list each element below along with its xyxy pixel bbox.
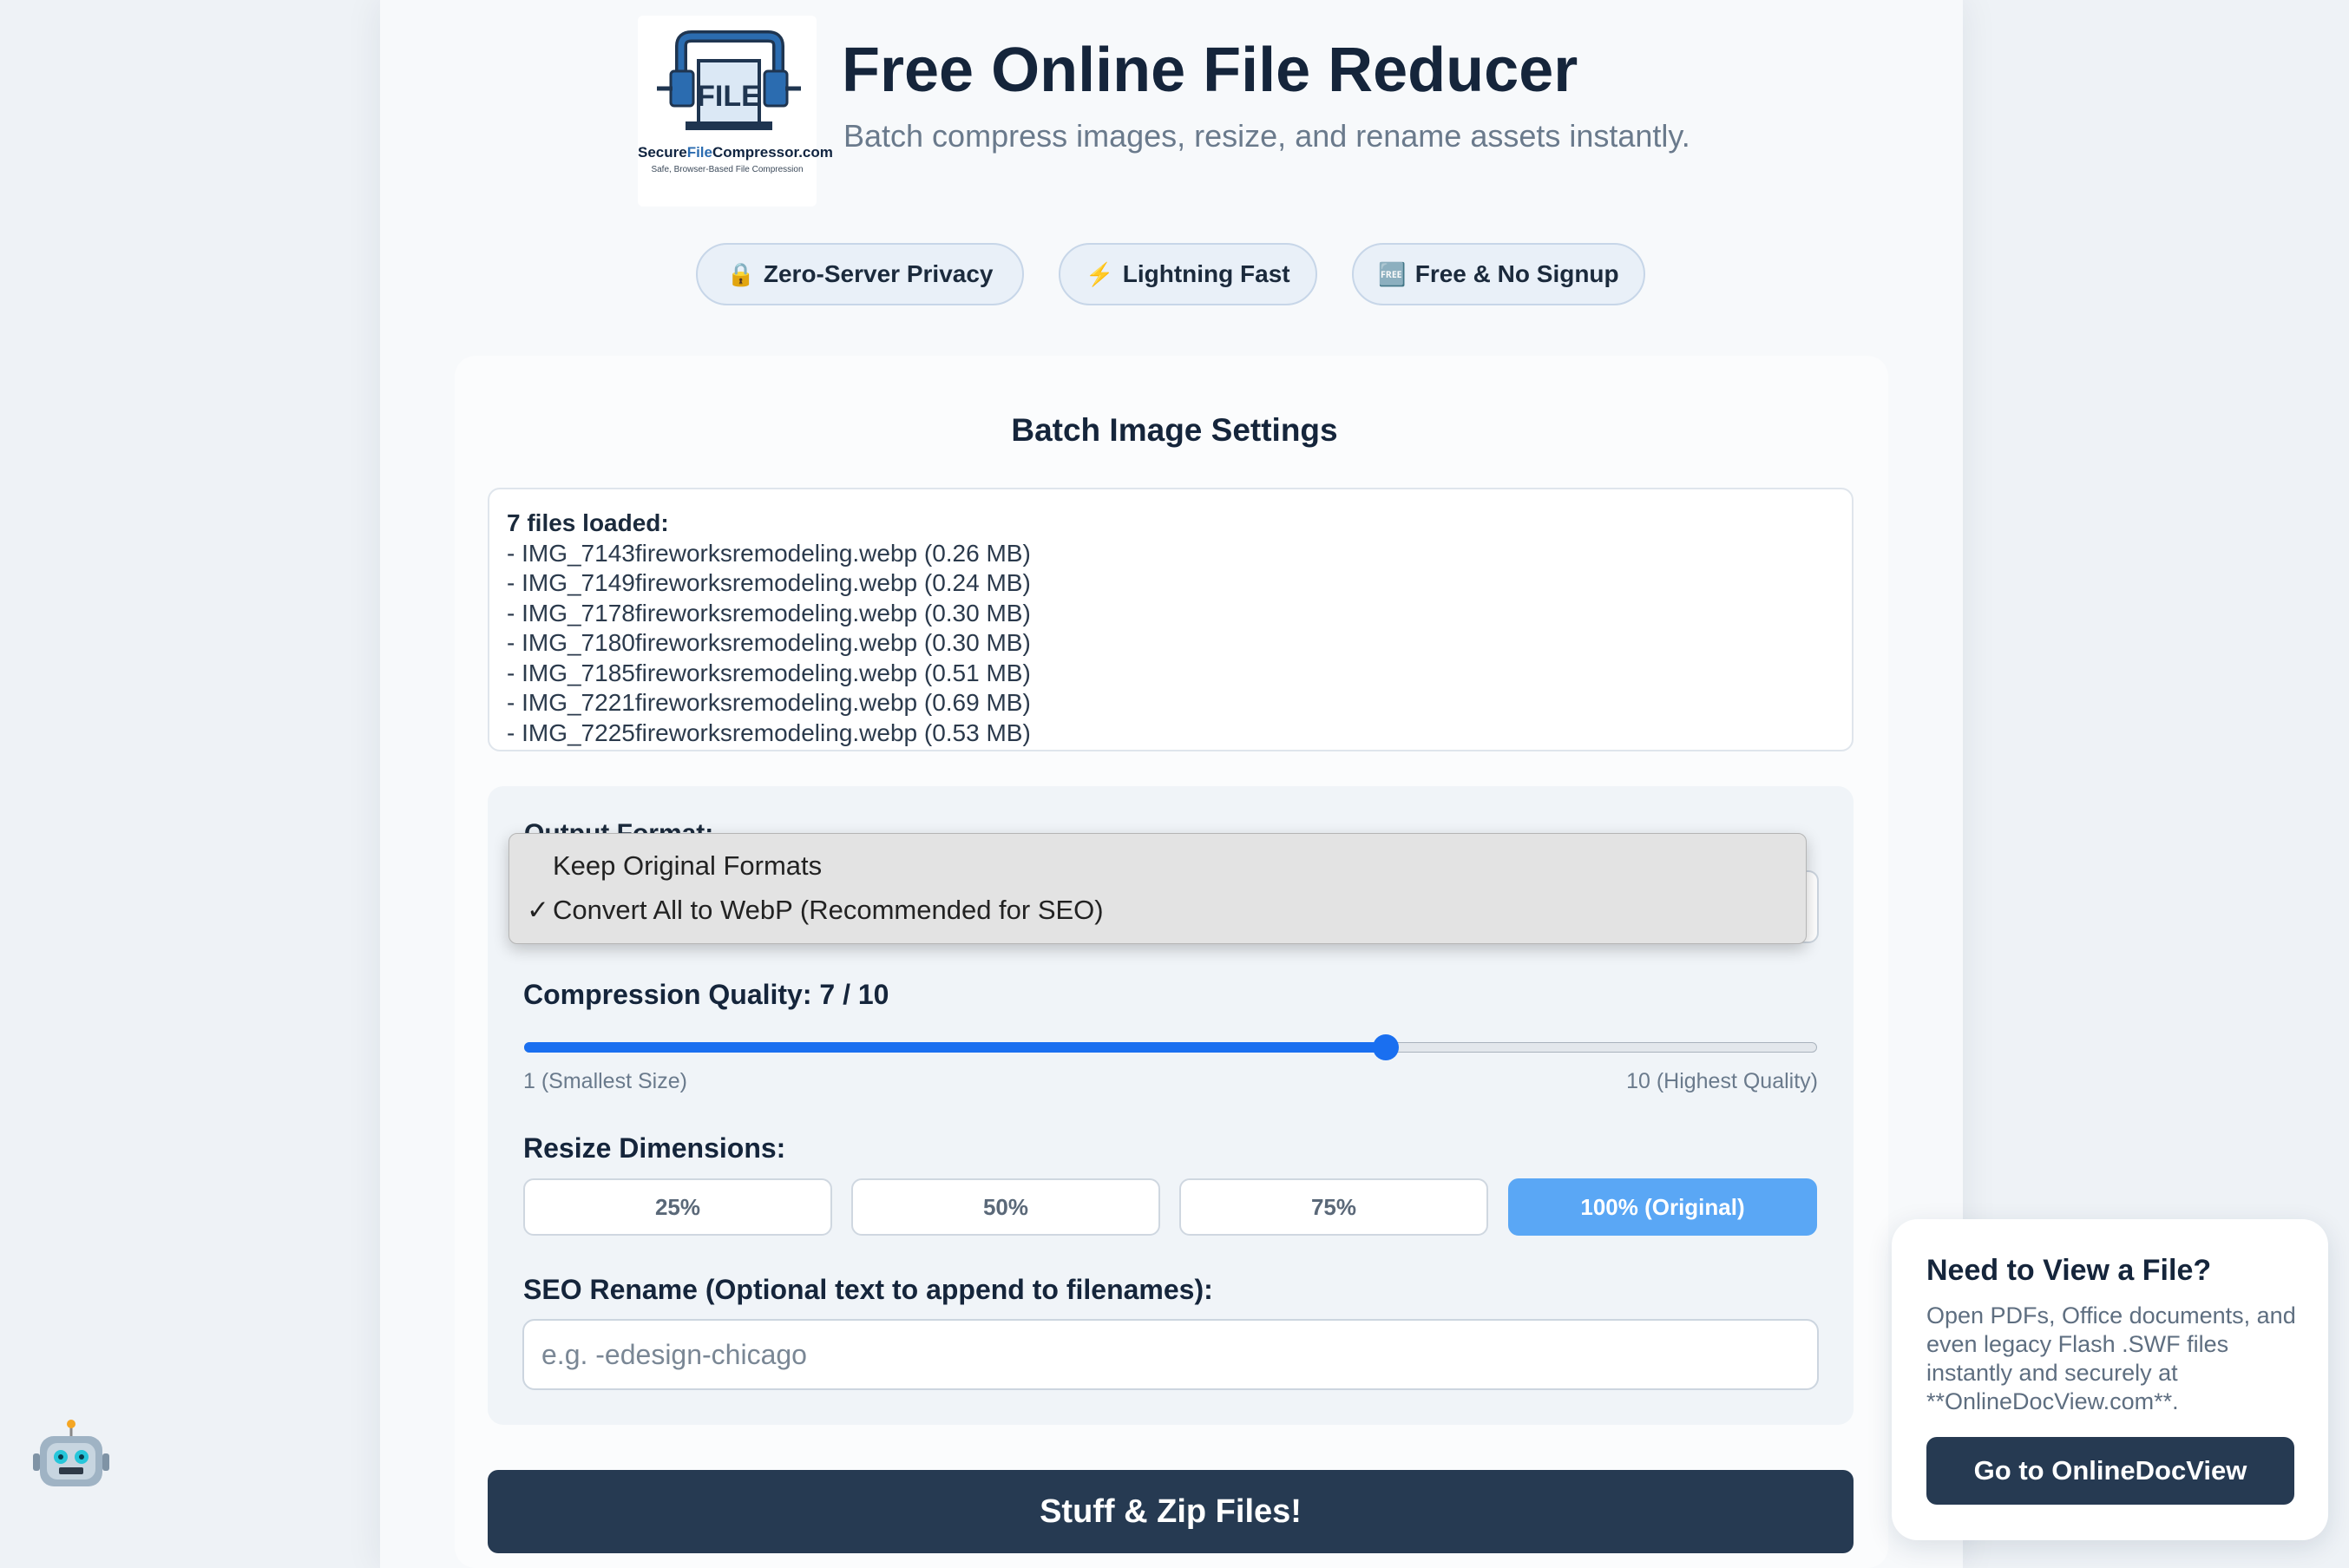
robot-chat-icon[interactable]: [30, 1419, 113, 1502]
quality-min-label: 1 (Smallest Size): [523, 1069, 687, 1093]
zip-files-button[interactable]: Stuff & Zip Files!: [488, 1470, 1854, 1553]
files-count: 7 files loaded:: [507, 509, 669, 536]
badge-label: Lightning Fast: [1122, 260, 1290, 287]
file-item: - IMG_7178fireworksremodeling.webp (0.30…: [507, 599, 1031, 627]
logo-name: SecureFileCompressor.com: [638, 144, 833, 161]
logo-tagline: Safe, Browser-Based File Compression: [651, 165, 804, 174]
go-to-onlinedocview-button[interactable]: Go to OnlineDocView: [1926, 1437, 2294, 1505]
resize-75-button[interactable]: 75%: [1179, 1178, 1488, 1236]
resize-25-button[interactable]: 25%: [523, 1178, 832, 1236]
clamp-file-icon: FILE: [657, 30, 801, 130]
svg-text:FILE: FILE: [697, 80, 761, 113]
resize-100-button[interactable]: 100% (Original): [1508, 1178, 1817, 1236]
file-item: - IMG_7185fireworksremodeling.webp (0.51…: [507, 659, 1031, 686]
lock-icon: 🔒: [726, 260, 755, 287]
file-item: - IMG_7180fireworksremodeling.webp (0.30…: [507, 629, 1031, 656]
file-item: - IMG_7149fireworksremodeling.webp (0.24…: [507, 569, 1031, 596]
promo-card: Need to View a File? Open PDFs, Office d…: [1892, 1219, 2328, 1540]
site-logo[interactable]: FILE SecureFileCompressor.com Safe, Brow…: [638, 16, 833, 207]
format-option-webp[interactable]: ✓ Convert All to WebP (Recommended for S…: [527, 889, 1104, 931]
quality-slider-fill: [524, 1042, 1387, 1053]
lightning-icon: ⚡: [1086, 260, 1114, 287]
rename-label: SEO Rename (Optional text to append to f…: [523, 1274, 1213, 1305]
output-format-dropdown[interactable]: Keep Original Formats ✓ Convert All to W…: [509, 833, 1807, 944]
resize-label: Resize Dimensions:: [523, 1132, 786, 1164]
rename-input[interactable]: [522, 1319, 1819, 1390]
page-title: Free Online File Reducer: [842, 36, 1578, 105]
format-option-keep[interactable]: Keep Original Formats: [553, 845, 822, 887]
page-subtitle: Batch compress images, resize, and renam…: [843, 118, 1690, 154]
quality-label: Compression Quality: 7 / 10: [523, 979, 889, 1010]
badge-label: Zero-Server Privacy: [763, 260, 994, 287]
badge-label: Free & No Signup: [1414, 260, 1619, 287]
file-list: 7 files loaded: - IMG_7143fireworksremod…: [488, 488, 1854, 751]
file-item: - IMG_7221fireworksremodeling.webp (0.69…: [507, 689, 1031, 716]
resize-50-button[interactable]: 50%: [851, 1178, 1160, 1236]
settings-title: Batch Image Settings: [1011, 412, 1338, 448]
file-item: - IMG_7225fireworksremodeling.webp (0.53…: [507, 718, 1031, 746]
quality-max-label: 10 (Highest Quality): [1626, 1069, 1818, 1093]
promo-text: Open PDFs, Office documents, and even le…: [1926, 1302, 2296, 1414]
checkmark-icon: ✓: [527, 895, 549, 925]
promo-title: Need to View a File?: [1926, 1254, 2212, 1287]
free-icon: 🆓: [1378, 260, 1407, 287]
badge-privacy: 🔒 Zero-Server Privacy: [696, 243, 1024, 305]
file-item: - IMG_7143fireworksremodeling.webp (0.26…: [507, 539, 1031, 567]
badge-free: 🆓 Free & No Signup: [1352, 243, 1645, 305]
badge-speed: ⚡ Lightning Fast: [1059, 243, 1317, 305]
